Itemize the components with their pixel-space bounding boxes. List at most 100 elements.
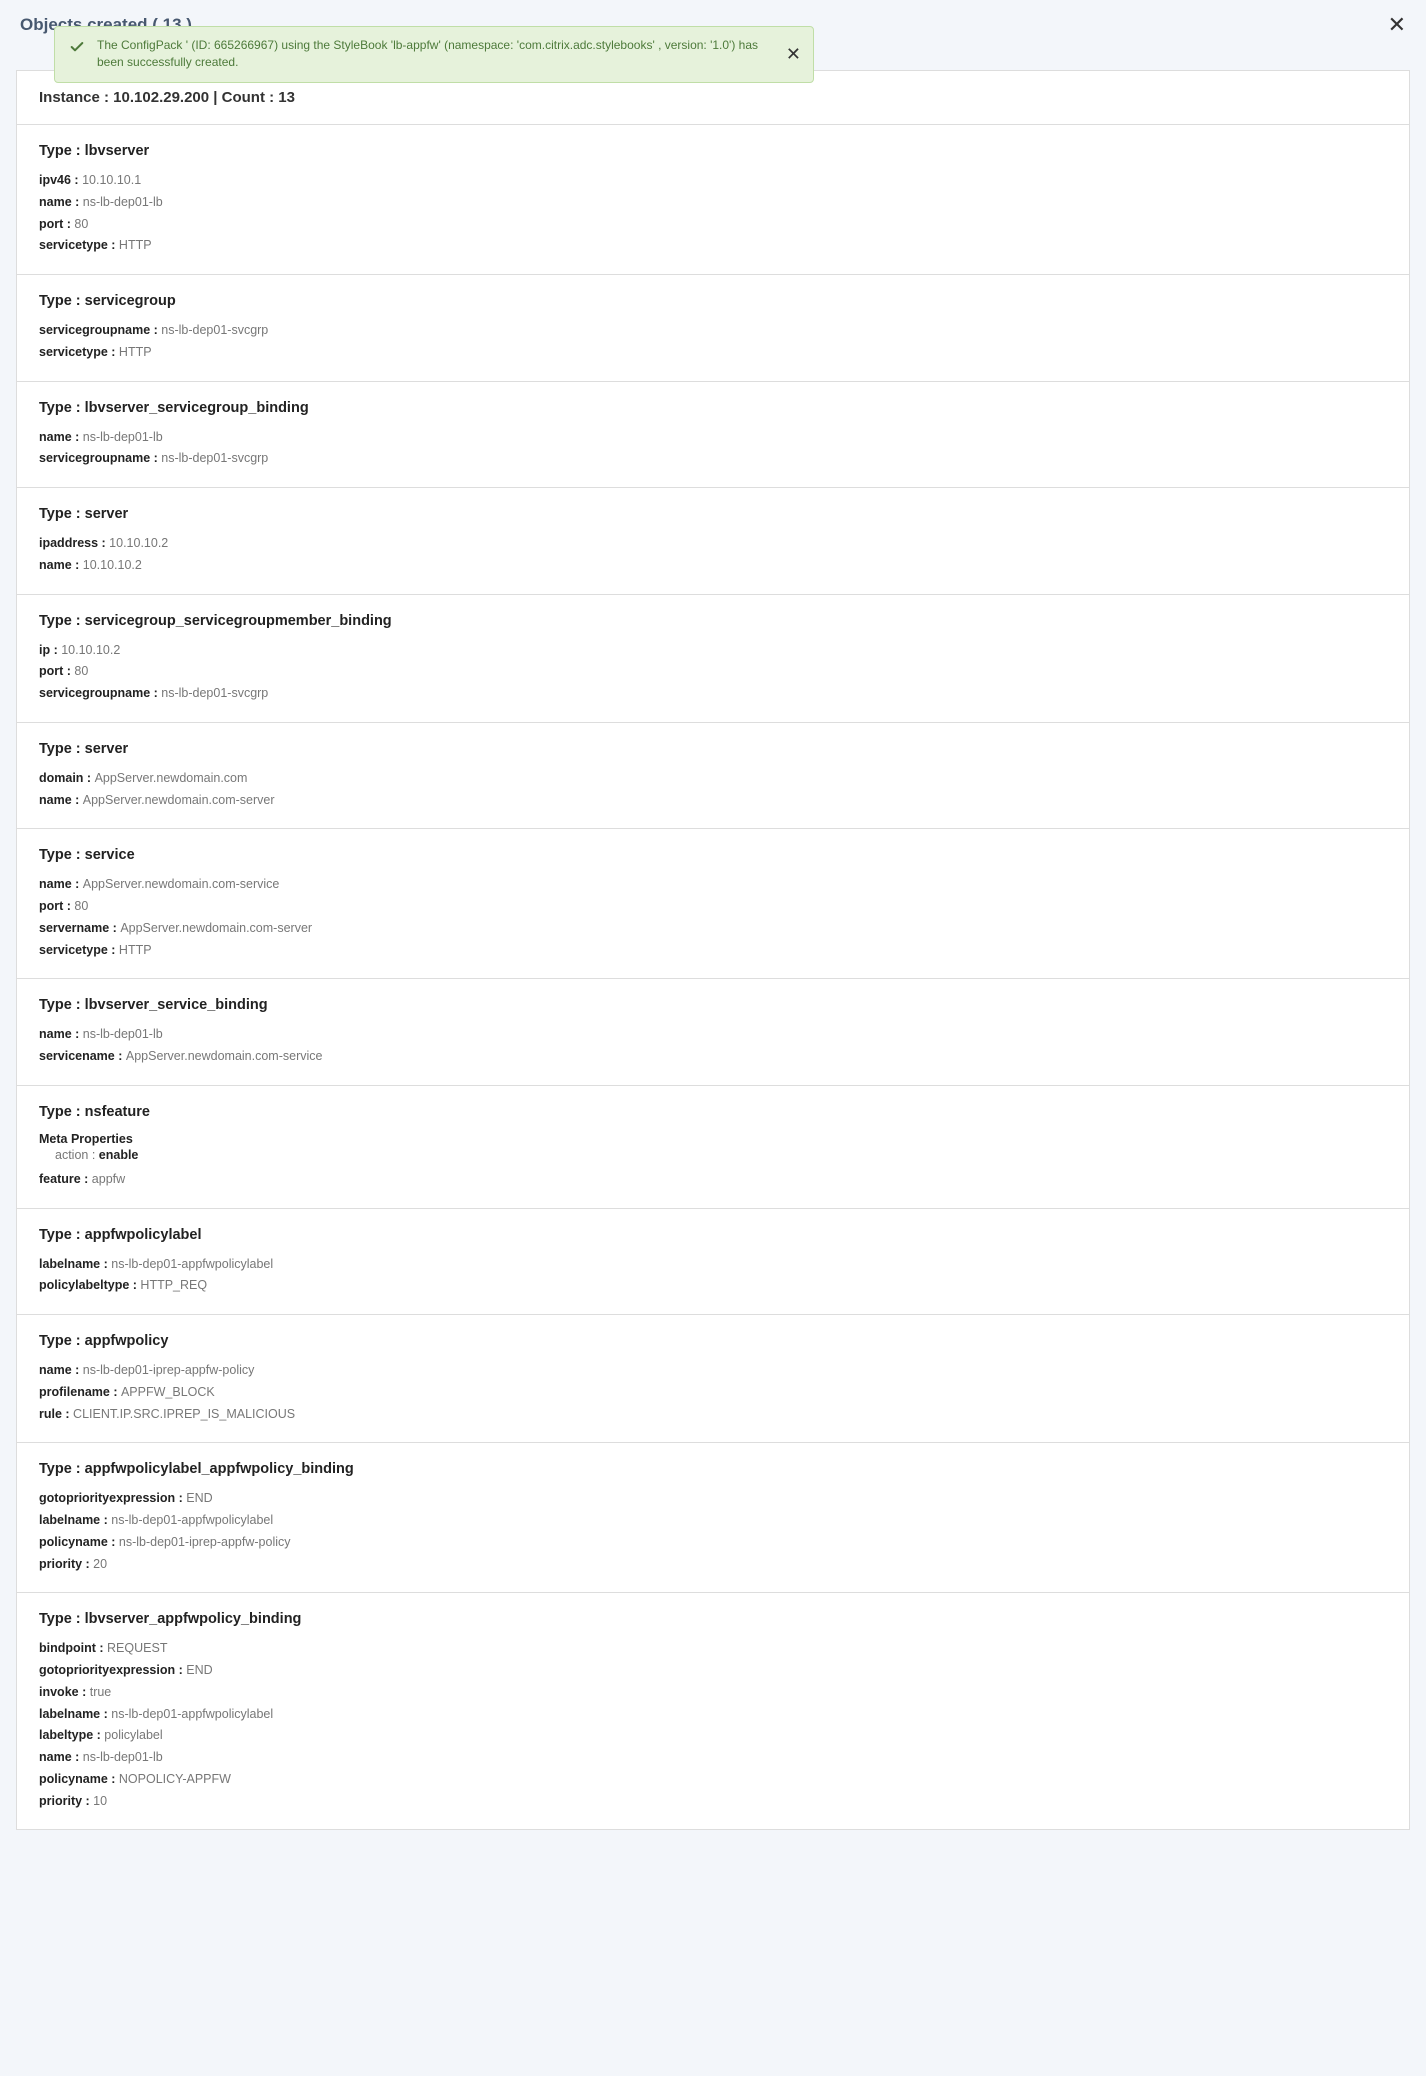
property-row: gotopriorityexpression : END: [39, 1661, 1387, 1680]
property-row: domain : AppServer.newdomain.com: [39, 769, 1387, 788]
property-row: servicetype : HTTP: [39, 941, 1387, 960]
property-value: CLIENT.IP.SRC.IPREP_IS_MALICIOUS: [73, 1407, 295, 1421]
object-type-heading: Type : appfwpolicylabel_appfwpolicy_bind…: [39, 1461, 1387, 1477]
property-value: AppServer.newdomain.com-service: [126, 1049, 323, 1063]
object-card: Type : lbvserver_appfwpolicy_bindingbind…: [16, 1593, 1410, 1830]
property-value: AppServer.newdomain.com-server: [120, 921, 312, 935]
object-card: Type : nsfeatureMeta Propertiesaction : …: [16, 1086, 1410, 1209]
object-card: Type : appfwpolicylabellabelname : ns-lb…: [16, 1209, 1410, 1316]
content-container: Instance : 10.102.29.200 | Count : 13 Ty…: [0, 70, 1426, 1850]
property-value: AppServer.newdomain.com: [95, 771, 248, 785]
object-card: Type : serveripaddress : 10.10.10.2name …: [16, 488, 1410, 595]
property-row: labelname : ns-lb-dep01-appfwpolicylabel: [39, 1705, 1387, 1724]
meta-properties-heading: Meta Properties: [39, 1132, 1387, 1146]
property-row: policylabeltype : HTTP_REQ: [39, 1276, 1387, 1295]
object-type-heading: Type : appfwpolicylabel: [39, 1227, 1387, 1243]
property-row: ip : 10.10.10.2: [39, 641, 1387, 660]
property-row: servicegroupname : ns-lb-dep01-svcgrp: [39, 321, 1387, 340]
object-card: Type : serverdomain : AppServer.newdomai…: [16, 723, 1410, 830]
property-value: 80: [74, 664, 88, 678]
property-key: ipaddress :: [39, 536, 109, 550]
property-value: AppServer.newdomain.com-server: [83, 793, 275, 807]
property-key: servicetype :: [39, 238, 119, 252]
property-key: profilename :: [39, 1385, 121, 1399]
property-value: HTTP_REQ: [140, 1278, 207, 1292]
property-key: servicetype :: [39, 943, 119, 957]
property-key: name :: [39, 877, 83, 891]
property-row: labeltype : policylabel: [39, 1726, 1387, 1745]
object-type-heading: Type : appfwpolicy: [39, 1333, 1387, 1349]
property-row: port : 80: [39, 662, 1387, 681]
object-type-heading: Type : servicegroup_servicegroupmember_b…: [39, 613, 1387, 629]
object-card: Type : lbvserver_servicegroup_bindingnam…: [16, 382, 1410, 489]
property-value: 80: [74, 217, 88, 231]
property-row: name : ns-lb-dep01-lb: [39, 428, 1387, 447]
property-value: ns-lb-dep01-lb: [83, 1750, 163, 1764]
property-key: priority :: [39, 1557, 93, 1571]
property-row: port : 80: [39, 897, 1387, 916]
property-row: policyname : NOPOLICY-APPFW: [39, 1770, 1387, 1789]
object-card: Type : appfwpolicyname : ns-lb-dep01-ipr…: [16, 1315, 1410, 1443]
property-value: HTTP: [119, 345, 152, 359]
property-key: policylabeltype :: [39, 1278, 140, 1292]
property-key: action :: [55, 1148, 99, 1162]
property-row: servicetype : HTTP: [39, 343, 1387, 362]
property-key: policyname :: [39, 1772, 119, 1786]
property-key: servicegroupname :: [39, 323, 161, 337]
property-value: policylabel: [104, 1728, 162, 1742]
property-row: name : 10.10.10.2: [39, 556, 1387, 575]
object-type-heading: Type : lbvserver: [39, 143, 1387, 159]
property-row: port : 80: [39, 215, 1387, 234]
property-row: ipv46 : 10.10.10.1: [39, 171, 1387, 190]
property-value: APPFW_BLOCK: [121, 1385, 215, 1399]
property-key: port :: [39, 217, 74, 231]
property-value: HTTP: [119, 943, 152, 957]
object-type-heading: Type : nsfeature: [39, 1104, 1387, 1120]
property-row: policyname : ns-lb-dep01-iprep-appfw-pol…: [39, 1533, 1387, 1552]
property-key: name :: [39, 558, 83, 572]
property-row: feature : appfw: [39, 1170, 1387, 1189]
property-value: 10: [93, 1794, 107, 1808]
property-key: invoke :: [39, 1685, 90, 1699]
property-row: name : AppServer.newdomain.com-service: [39, 875, 1387, 894]
property-key: servicegroupname :: [39, 451, 161, 465]
object-card: Type : appfwpolicylabel_appfwpolicy_bind…: [16, 1443, 1410, 1593]
property-row: gotopriorityexpression : END: [39, 1489, 1387, 1508]
close-icon[interactable]: ✕: [1388, 14, 1406, 36]
property-value: ns-lb-dep01-lb: [83, 1027, 163, 1041]
property-key: name :: [39, 430, 83, 444]
property-value: ns-lb-dep01-appfwpolicylabel: [111, 1707, 273, 1721]
property-key: name :: [39, 1363, 83, 1377]
property-key: labelname :: [39, 1513, 111, 1527]
property-row: servicetype : HTTP: [39, 236, 1387, 255]
property-key: feature :: [39, 1172, 92, 1186]
property-value: ns-lb-dep01-lb: [83, 430, 163, 444]
property-key: bindpoint :: [39, 1641, 107, 1655]
object-type-heading: Type : lbvserver_service_binding: [39, 997, 1387, 1013]
property-value: NOPOLICY-APPFW: [119, 1772, 231, 1786]
property-value: true: [90, 1685, 112, 1699]
property-key: labelname :: [39, 1257, 111, 1271]
object-type-heading: Type : service: [39, 847, 1387, 863]
property-key: ip :: [39, 643, 61, 657]
property-value: ns-lb-dep01-svcgrp: [161, 323, 268, 337]
property-key: ipv46 :: [39, 173, 82, 187]
object-type-heading: Type : lbvserver_servicegroup_binding: [39, 400, 1387, 416]
object-card: Type : lbvserveripv46 : 10.10.10.1name :…: [16, 125, 1410, 275]
property-key: name :: [39, 1027, 83, 1041]
property-key: gotopriorityexpression :: [39, 1491, 186, 1505]
property-value: appfw: [92, 1172, 125, 1186]
property-key: name :: [39, 1750, 83, 1764]
property-value: ns-lb-dep01-lb: [83, 195, 163, 209]
property-row: name : ns-lb-dep01-lb: [39, 1025, 1387, 1044]
object-type-heading: Type : lbvserver_appfwpolicy_binding: [39, 1611, 1387, 1627]
check-icon: [69, 39, 85, 55]
property-key: servicegroupname :: [39, 686, 161, 700]
property-value: ns-lb-dep01-iprep-appfw-policy: [119, 1535, 291, 1549]
toast-close-icon[interactable]: ✕: [786, 45, 801, 63]
property-row: rule : CLIENT.IP.SRC.IPREP_IS_MALICIOUS: [39, 1405, 1387, 1424]
object-type-heading: Type : server: [39, 506, 1387, 522]
property-value: enable: [99, 1148, 139, 1162]
property-key: servicetype :: [39, 345, 119, 359]
property-row: servicename : AppServer.newdomain.com-se…: [39, 1047, 1387, 1066]
